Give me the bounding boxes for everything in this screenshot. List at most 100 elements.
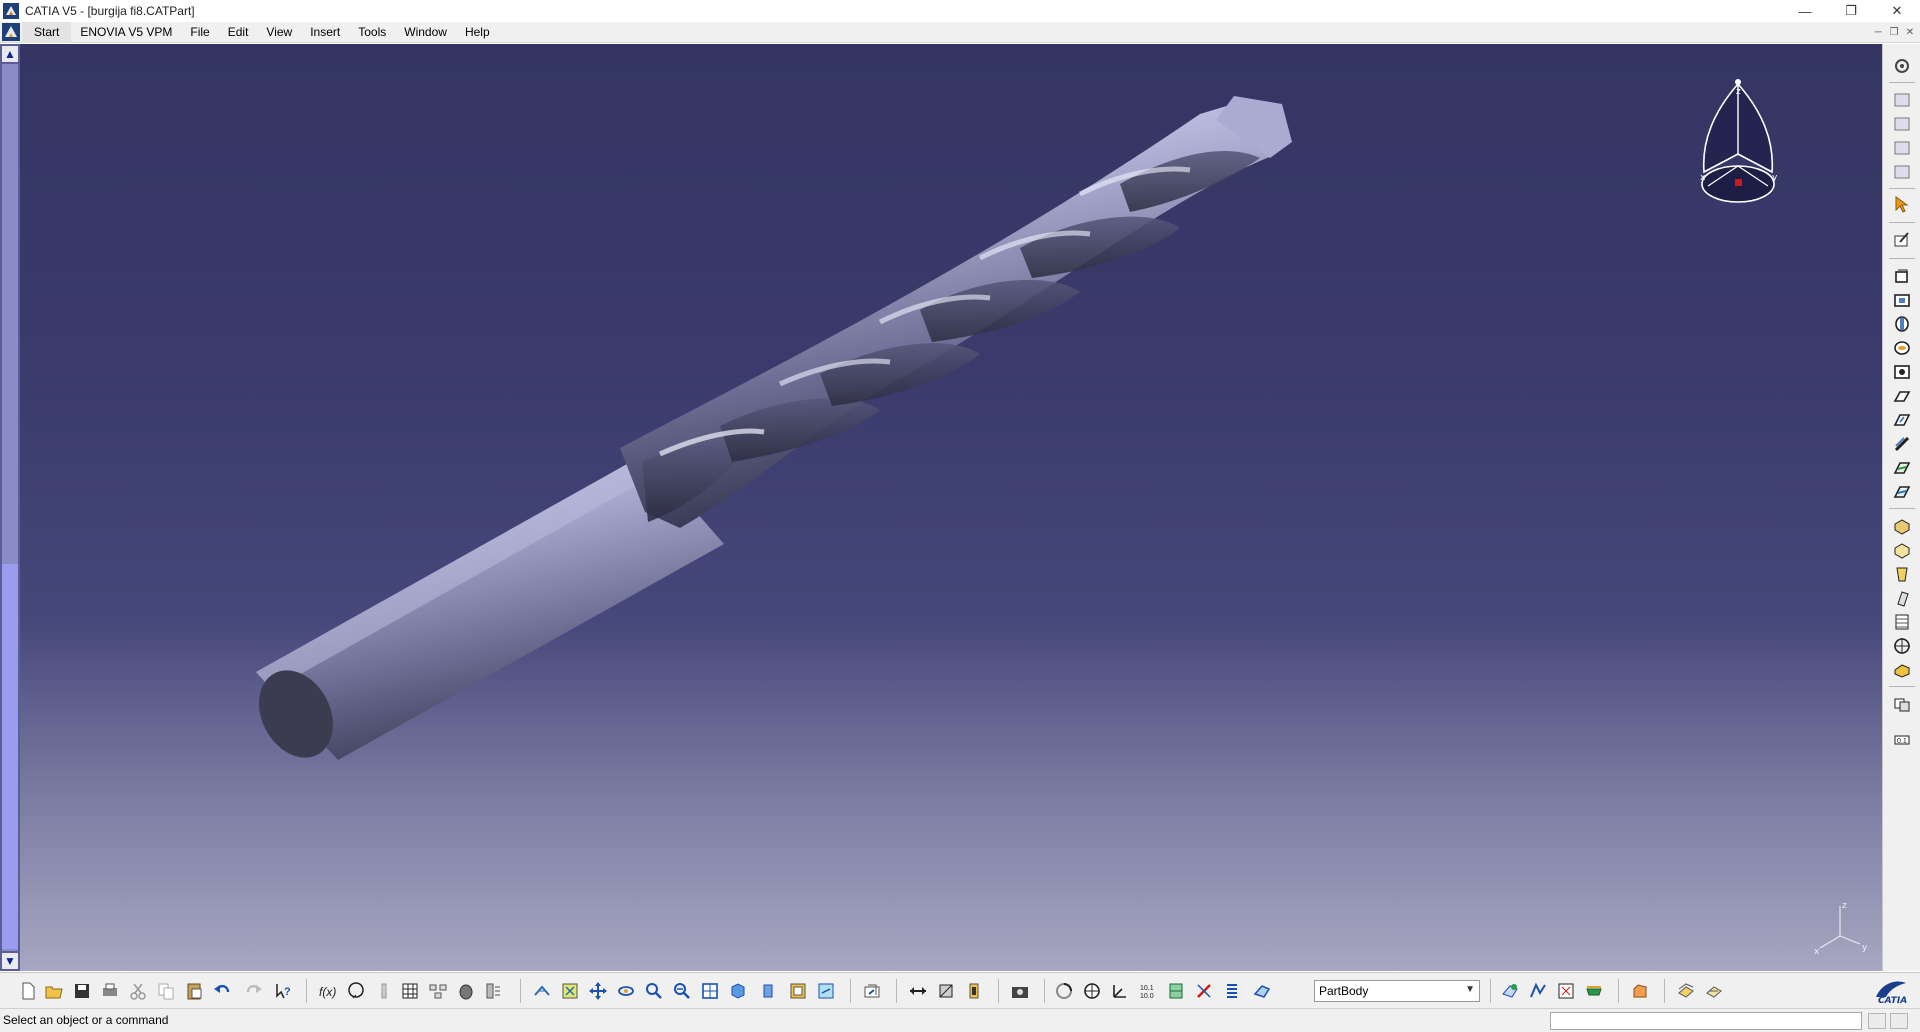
maximize-button[interactable]: ❐ xyxy=(1828,0,1874,22)
doc-close-icon[interactable]: ✕ xyxy=(1902,27,1918,38)
zoom-in-icon[interactable] xyxy=(644,981,664,1001)
formula-icon[interactable]: f(x) xyxy=(318,981,338,1001)
specification-tree-scrollbar[interactable]: ▲ ▼ xyxy=(0,44,20,971)
split-icon[interactable] xyxy=(1892,660,1912,680)
catalog-browser-icon[interactable] xyxy=(428,981,448,1001)
update-icon[interactable] xyxy=(862,981,882,1001)
scroll-down-arrow-icon[interactable]: ▼ xyxy=(2,953,18,969)
shaft-icon[interactable] xyxy=(1892,314,1912,334)
hide-show-icon[interactable] xyxy=(788,981,808,1001)
normal-view-icon[interactable] xyxy=(700,981,720,1001)
slot-icon[interactable] xyxy=(1892,410,1912,430)
cut-icon[interactable] xyxy=(128,981,148,1001)
close-button[interactable]: ✕ xyxy=(1874,0,1920,22)
scroll-up-arrow-icon[interactable]: ▲ xyxy=(2,46,18,62)
stiffener-icon[interactable] xyxy=(1892,434,1912,454)
rib-icon[interactable] xyxy=(1892,386,1912,406)
scan-icon[interactable] xyxy=(1584,981,1604,1001)
publication-icon[interactable] xyxy=(1500,981,1520,1001)
document-icon[interactable] xyxy=(2,23,20,41)
paste-icon[interactable] xyxy=(184,981,204,1001)
save-icon[interactable] xyxy=(72,981,92,1001)
zoom-out-icon[interactable] xyxy=(672,981,692,1001)
define-work-object-icon[interactable] xyxy=(1252,981,1272,1001)
gear-icon[interactable] xyxy=(1892,56,1912,76)
menu-file[interactable]: File xyxy=(181,22,218,43)
target-icon[interactable] xyxy=(1892,636,1912,656)
capture-camera-icon[interactable] xyxy=(1010,981,1030,1001)
sheet-metal-icon[interactable] xyxy=(1676,981,1696,1001)
chevron-down-icon[interactable]: ▼ xyxy=(1465,984,1475,995)
reorder-icon[interactable] xyxy=(1528,981,1548,1001)
status-panel-icon[interactable] xyxy=(1868,1013,1886,1029)
doc-minimize-icon[interactable]: ─ xyxy=(1870,27,1886,38)
parents-children-icon[interactable] xyxy=(1556,981,1576,1001)
measure-between-icon[interactable] xyxy=(908,981,928,1001)
redo-icon[interactable] xyxy=(244,981,264,1001)
design-table-icon[interactable] xyxy=(374,981,394,1001)
rotate-3d-icon[interactable] xyxy=(1054,981,1074,1001)
copy-icon[interactable] xyxy=(156,981,176,1001)
undo-icon[interactable] xyxy=(212,981,232,1001)
menu-window[interactable]: Window xyxy=(395,22,456,43)
hole-icon[interactable] xyxy=(1892,362,1912,382)
minimize-button[interactable]: — xyxy=(1782,0,1828,22)
plane-icon[interactable] xyxy=(1166,981,1186,1001)
list-icon[interactable] xyxy=(1222,981,1242,1001)
tree-expansion-icon[interactable] xyxy=(484,981,504,1001)
axis-system-icon[interactable] xyxy=(1110,981,1130,1001)
snap-icon[interactable] xyxy=(1194,981,1214,1001)
status-panel-2-icon[interactable] xyxy=(1890,1013,1908,1029)
fly-mode-icon[interactable] xyxy=(532,981,552,1001)
compass-icon[interactable]: z x y xyxy=(1690,76,1786,216)
menu-edit[interactable]: Edit xyxy=(219,22,258,43)
whats-this-help-icon[interactable]: ? xyxy=(274,981,294,1001)
sketch-sheet-3-icon[interactable] xyxy=(1892,138,1912,158)
multi-section-solid-icon[interactable] xyxy=(1892,458,1912,478)
print-icon[interactable] xyxy=(100,981,120,1001)
drill-bit-model[interactable] xyxy=(20,44,1882,971)
removed-multi-section-icon[interactable] xyxy=(1892,482,1912,502)
draft-icon[interactable] xyxy=(1892,564,1912,584)
menu-insert[interactable]: Insert xyxy=(301,22,349,43)
menu-enovia[interactable]: ENOVIA V5 VPM xyxy=(71,22,181,43)
shading-icon[interactable] xyxy=(758,981,778,1001)
sketcher-icon[interactable] xyxy=(1892,230,1912,250)
rotate-icon[interactable] xyxy=(616,981,636,1001)
pad-icon[interactable] xyxy=(1892,266,1912,286)
catalog-hand-icon[interactable] xyxy=(1630,981,1650,1001)
isometric-view-icon[interactable] xyxy=(728,981,748,1001)
open-folder-icon[interactable] xyxy=(44,981,64,1001)
3d-viewport[interactable] xyxy=(20,44,1882,971)
menu-help[interactable]: Help xyxy=(456,22,499,43)
instantiate-icon[interactable] xyxy=(456,981,476,1001)
catia-app-icon[interactable] xyxy=(3,3,19,19)
sketch-sheet-4-icon[interactable] xyxy=(1892,162,1912,182)
knowledge-advisor-icon[interactable] xyxy=(346,981,366,1001)
sphere-view-icon[interactable] xyxy=(1082,981,1102,1001)
menu-tools[interactable]: Tools xyxy=(349,22,395,43)
sketch-sheet-icon[interactable] xyxy=(1892,90,1912,110)
menu-view[interactable]: View xyxy=(257,22,301,43)
table-grid-icon[interactable] xyxy=(400,981,420,1001)
measure-icon[interactable]: 0.1 xyxy=(1892,730,1912,750)
menu-start[interactable]: Start xyxy=(22,21,72,43)
command-input[interactable] xyxy=(1550,1012,1862,1030)
pocket-icon[interactable] xyxy=(1892,290,1912,310)
chamfer-icon[interactable] xyxy=(1892,540,1912,560)
select-arrow-icon[interactable] xyxy=(1892,194,1912,214)
boolean-icon[interactable] xyxy=(1892,694,1912,714)
thread-icon[interactable] xyxy=(1892,612,1912,632)
measure-inertia-icon[interactable] xyxy=(964,981,984,1001)
swap-visible-space-icon[interactable] xyxy=(816,981,836,1001)
new-file-icon[interactable] xyxy=(18,981,38,1001)
pan-icon[interactable] xyxy=(588,981,608,1001)
groove-icon[interactable] xyxy=(1892,338,1912,358)
doc-restore-icon[interactable]: ❐ xyxy=(1886,27,1902,38)
fit-all-icon[interactable] xyxy=(560,981,580,1001)
edge-fillet-icon[interactable] xyxy=(1892,516,1912,536)
shell-icon[interactable] xyxy=(1892,588,1912,608)
scrollbar-thumb[interactable] xyxy=(2,564,18,949)
scale-icon[interactable]: 10.110.0 xyxy=(1138,981,1158,1001)
measure-item-icon[interactable] xyxy=(936,981,956,1001)
